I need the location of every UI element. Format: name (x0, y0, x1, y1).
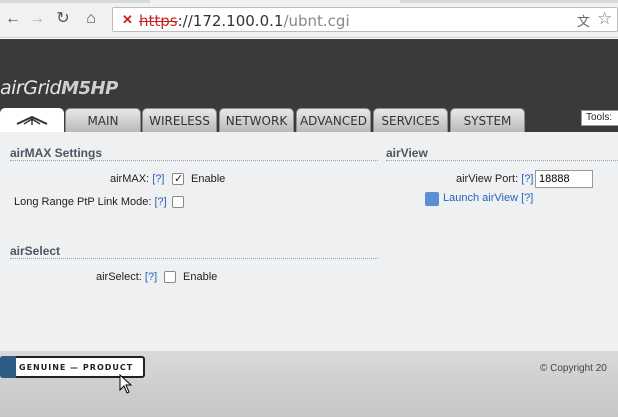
address-bar[interactable]: ✕ https://172.100.0.1/ubnt.cgi 文 ☆ (112, 7, 618, 32)
section-title-airview: airView (386, 146, 428, 160)
product-logo: airGridM5HP (0, 77, 118, 99)
tab-main[interactable]: MAIN (65, 108, 141, 132)
bookmark-star-icon[interactable]: ☆ (597, 9, 612, 29)
back-icon[interactable]: ← (4, 9, 22, 29)
badge-text: GENUINE — PRODUCT (19, 363, 134, 372)
main-tabs: MAIN WIRELESS NETWORK ADVANCED SERVICES … (0, 108, 618, 132)
forward-icon[interactable]: → (28, 9, 46, 29)
airmax-label: airMAX: [?] (110, 173, 165, 185)
lock-icon (0, 356, 16, 378)
content-area (0, 132, 618, 351)
tab-services[interactable]: SERVICES (373, 108, 448, 132)
url-scheme: https (139, 12, 178, 30)
copyright-text: © Copyright 20 (540, 363, 607, 374)
tab-advanced[interactable]: ADVANCED (296, 108, 371, 132)
tab-system[interactable]: SYSTEM (450, 108, 525, 132)
browser-tab-edge (400, 0, 618, 3)
airview-launch-icon[interactable] (425, 192, 439, 206)
reload-icon[interactable]: ↻ (54, 9, 72, 29)
ptp-mode-label: Long Range PtP Link Mode: [?] (14, 196, 167, 208)
tools-dropdown[interactable]: Tools: (581, 110, 618, 126)
section-divider (10, 160, 378, 161)
url-text: https://172.100.0.1/ubnt.cgi (139, 12, 350, 30)
section-divider (386, 160, 618, 161)
airmax-checkbox[interactable] (172, 172, 184, 185)
browser-tab-edge (0, 0, 150, 3)
tab-wireless[interactable]: WIRELESS (142, 108, 217, 132)
tab-network[interactable]: NETWORK (219, 108, 294, 132)
translate-icon[interactable]: 文 (575, 11, 592, 29)
section-title-airselect: airSelect (10, 244, 61, 258)
section-divider (10, 258, 378, 259)
airview-port-input[interactable] (535, 170, 593, 188)
airselect-help-link[interactable]: [?] (145, 271, 157, 283)
airselect-label: airSelect: [?] (96, 271, 158, 283)
airmax-enable-label: Enable (191, 173, 226, 185)
tab-ubnt-logo[interactable] (0, 108, 64, 132)
section-title-airmax: airMAX Settings (10, 146, 103, 160)
ptp-mode-checkbox[interactable] (172, 196, 184, 208)
airview-port-help-link[interactable]: [?] (521, 173, 533, 185)
browser-toolbar: ← → ↻ ⌂ ✕ https://172.100.0.1/ubnt.cgi 文… (0, 0, 618, 38)
ubiquiti-logo-icon (16, 115, 48, 125)
url-host: ://172.100.0.1 (177, 12, 284, 30)
mouse-cursor-icon (119, 374, 133, 394)
ptp-help-link[interactable]: [?] (154, 196, 166, 208)
airselect-enable-label: Enable (183, 271, 218, 283)
home-icon[interactable]: ⌂ (82, 9, 100, 29)
airview-port-label: airView Port: [?] (456, 173, 534, 185)
airselect-checkbox[interactable] (164, 271, 176, 283)
airmax-help-link[interactable]: [?] (152, 173, 164, 185)
insecure-lock-icon[interactable]: ✕ (122, 12, 133, 28)
launch-airview-link[interactable]: Launch airView [?] (443, 192, 533, 204)
url-path: /ubnt.cgi (283, 12, 350, 30)
